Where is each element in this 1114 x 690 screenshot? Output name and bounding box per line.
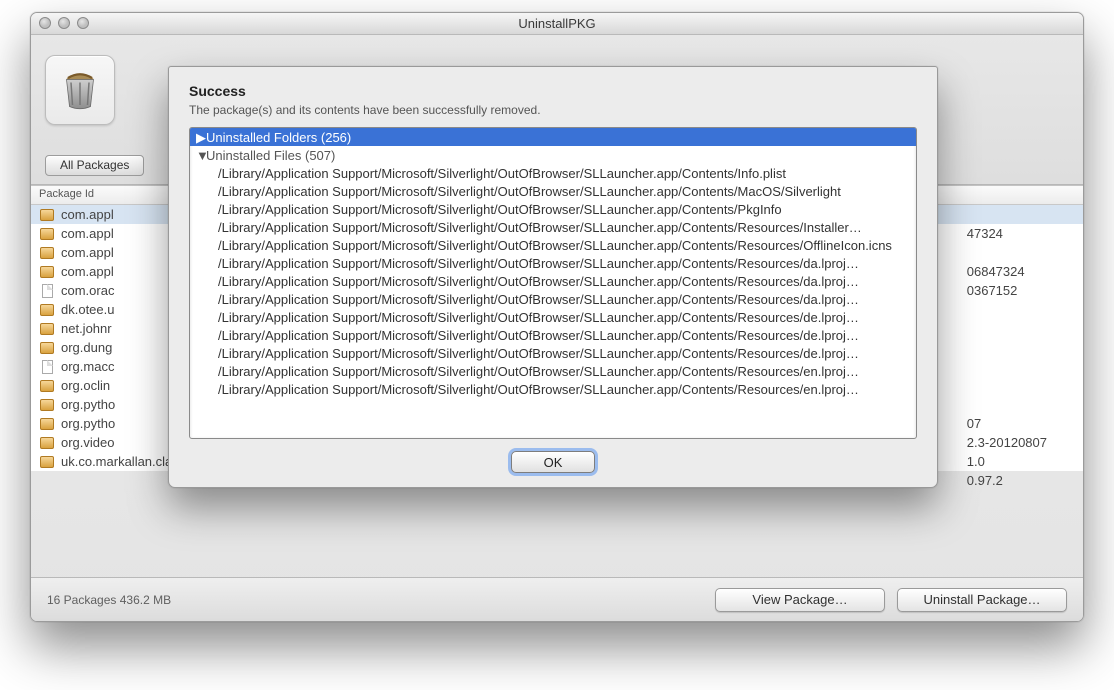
trash-icon: [56, 66, 104, 114]
titlebar[interactable]: UninstallPKG: [31, 13, 1083, 35]
success-sheet: Success The package(s) and its contents …: [168, 66, 938, 488]
list-item[interactable]: /Library/Application Support/Microsoft/S…: [190, 182, 916, 200]
package-id-cell: com.appl: [61, 207, 114, 222]
package-id-cell: org.macc: [61, 359, 114, 374]
status-text: 16 Packages 436.2 MB: [47, 593, 171, 607]
window-controls: [39, 17, 89, 29]
window-title: UninstallPKG: [518, 16, 595, 31]
package-id-cell: dk.otee.u: [61, 302, 115, 317]
package-id-cell: org.pytho: [61, 397, 115, 412]
view-package-button[interactable]: View Package…: [715, 588, 885, 612]
version-cell: 2.3-20120807: [967, 433, 1047, 452]
ok-button[interactable]: OK: [511, 451, 595, 473]
close-window-icon[interactable]: [39, 17, 51, 29]
version-cell: 0.97.2: [967, 471, 1047, 490]
minimize-window-icon[interactable]: [58, 17, 70, 29]
zoom-window-icon[interactable]: [77, 17, 89, 29]
version-cell: [967, 300, 1047, 319]
version-cell: [967, 319, 1047, 338]
version-cell: [967, 376, 1047, 395]
package-box-icon: [39, 207, 55, 223]
version-cell: [967, 338, 1047, 357]
package-id-cell: com.appl: [61, 245, 114, 260]
app-icon-well: [45, 55, 115, 125]
list-item[interactable]: /Library/Application Support/Microsoft/S…: [190, 218, 916, 236]
package-id-cell: com.orac: [61, 283, 114, 298]
version-cell: [967, 395, 1047, 414]
package-box-icon: [39, 340, 55, 356]
footer: 16 Packages 436.2 MB View Package… Unins…: [31, 577, 1083, 621]
version-cell: 0367152: [967, 281, 1047, 300]
package-box-icon: [39, 435, 55, 451]
list-item[interactable]: /Library/Application Support/Microsoft/S…: [190, 290, 916, 308]
filter-all-packages[interactable]: All Packages: [45, 155, 144, 176]
document-icon: [39, 359, 55, 375]
sheet-title: Success: [189, 83, 917, 99]
package-box-icon: [39, 378, 55, 394]
package-box-icon: [39, 302, 55, 318]
package-box-icon: [39, 226, 55, 242]
list-item[interactable]: /Library/Application Support/Microsoft/S…: [190, 254, 916, 272]
right-value-column: 47324 068473240367152 072.3-201208071.00.9…: [967, 224, 1047, 490]
sheet-subtitle: The package(s) and its contents have bee…: [189, 103, 917, 117]
list-item[interactable]: /Library/Application Support/Microsoft/S…: [190, 362, 916, 380]
package-id-cell: org.pytho: [61, 416, 115, 431]
document-icon: [39, 283, 55, 299]
package-box-icon: [39, 245, 55, 261]
version-cell: 07: [967, 414, 1047, 433]
package-id-cell: org.dung: [61, 340, 112, 355]
version-cell: [967, 357, 1047, 376]
group-uninstalled-folders[interactable]: ▶Uninstalled Folders (256): [190, 128, 916, 146]
version-cell: 47324: [967, 224, 1047, 243]
package-id-cell: org.oclin: [61, 378, 110, 393]
package-box-icon: [39, 397, 55, 413]
package-id-cell: org.video: [61, 435, 114, 450]
list-item[interactable]: /Library/Application Support/Microsoft/S…: [190, 236, 916, 254]
list-item[interactable]: /Library/Application Support/Microsoft/S…: [190, 326, 916, 344]
list-item[interactable]: /Library/Application Support/Microsoft/S…: [190, 164, 916, 182]
list-item[interactable]: /Library/Application Support/Microsoft/S…: [190, 380, 916, 398]
result-file-list[interactable]: ▶Uninstalled Folders (256) ▼Uninstalled …: [189, 127, 917, 439]
disclosure-down-icon[interactable]: ▼: [196, 147, 206, 164]
package-id-cell: com.appl: [61, 264, 114, 279]
list-item[interactable]: /Library/Application Support/Microsoft/S…: [190, 308, 916, 326]
list-item[interactable]: /Library/Application Support/Microsoft/S…: [190, 344, 916, 362]
version-cell: [967, 243, 1047, 262]
package-box-icon: [39, 454, 55, 470]
package-id-cell: net.johnr: [61, 321, 112, 336]
version-cell: 1.0: [967, 452, 1047, 471]
version-cell: 06847324: [967, 262, 1047, 281]
uninstall-package-button[interactable]: Uninstall Package…: [897, 588, 1067, 612]
disclosure-right-icon[interactable]: ▶: [196, 129, 206, 146]
list-item[interactable]: /Library/Application Support/Microsoft/S…: [190, 272, 916, 290]
package-id-cell: com.appl: [61, 226, 114, 241]
package-box-icon: [39, 321, 55, 337]
group-uninstalled-files[interactable]: ▼Uninstalled Files (507): [190, 146, 916, 164]
package-box-icon: [39, 264, 55, 280]
list-item[interactable]: /Library/Application Support/Microsoft/S…: [190, 200, 916, 218]
package-box-icon: [39, 416, 55, 432]
